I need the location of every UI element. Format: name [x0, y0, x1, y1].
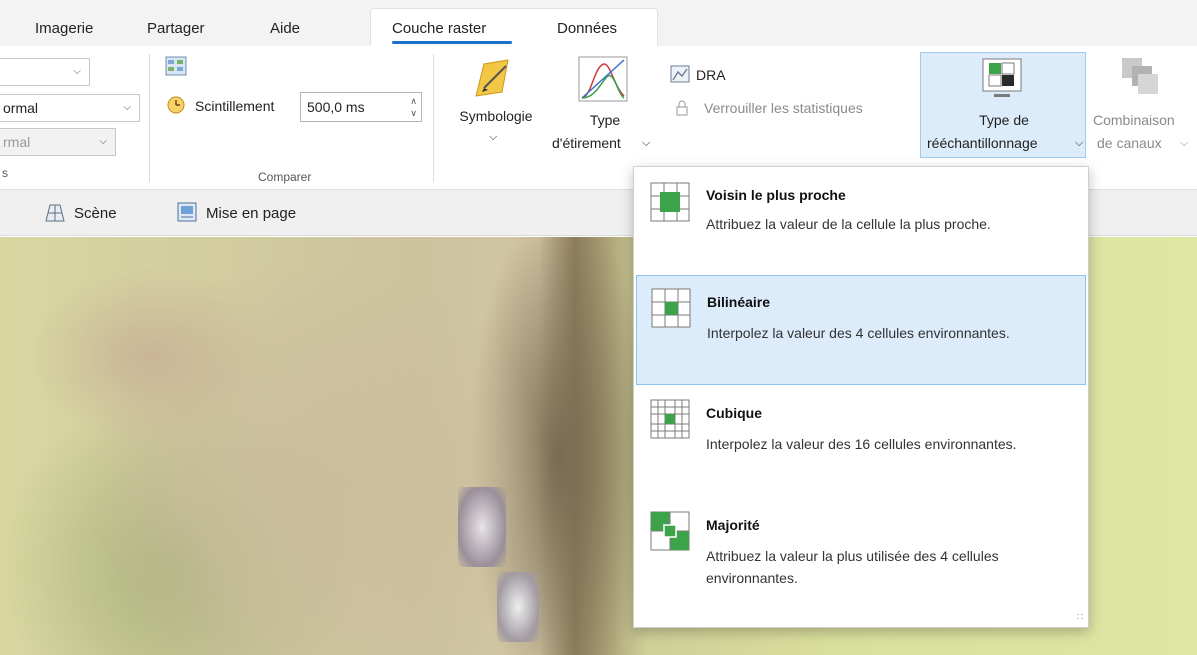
- menu-item-title: Voisin le plus proche: [706, 187, 846, 203]
- menu-item-title: Bilinéaire: [707, 294, 771, 310]
- chevron-down-icon: ⌵: [123, 102, 131, 113]
- band-combination-icon: [1122, 58, 1158, 94]
- resampling-type-line2: rééchantillonnage: [927, 135, 1038, 151]
- dra-label[interactable]: DRA: [696, 67, 726, 83]
- blend-mode-value-disabled: rmal: [3, 134, 31, 150]
- active-tab-indicator: [392, 41, 512, 44]
- menu-item-title: Cubique: [706, 405, 762, 421]
- bilinear-icon: [651, 288, 691, 328]
- menu-item-title: Majorité: [706, 517, 760, 533]
- chevron-down-icon: ⌵: [1180, 137, 1189, 149]
- blend-mode-value: ormal: [3, 100, 39, 116]
- lock-icon: [676, 100, 688, 116]
- resampling-type-menu: Voisin le plus proche Attribuez la valeu…: [633, 166, 1089, 628]
- chevron-down-icon: ⌵: [99, 136, 107, 147]
- layer-dropdown[interactable]: ⌵: [0, 58, 90, 86]
- flicker-rate-spinner[interactable]: 500,0 ms ∧ ∨: [300, 92, 422, 122]
- blend-mode-dropdown[interactable]: ormal ⌵: [0, 94, 140, 122]
- tab-imagerie[interactable]: Imagerie: [35, 20, 93, 37]
- resampling-type-line1: Type de: [979, 112, 1029, 128]
- blend-mode-dropdown-disabled: rmal ⌵: [0, 128, 116, 156]
- group-label-compare: Comparer: [258, 170, 312, 184]
- resampling-icon: [982, 58, 1022, 97]
- chevron-down-icon[interactable]: ⌵: [642, 137, 650, 150]
- dra-icon[interactable]: [670, 65, 690, 83]
- tab-aide[interactable]: Aide: [270, 20, 300, 37]
- menu-item-description: Interpolez la valeur des 16 cellules env…: [706, 436, 1017, 452]
- tab-couche-raster[interactable]: Couche raster: [392, 20, 486, 37]
- group-label-left: s: [2, 166, 8, 180]
- stretch-type-line2[interactable]: d'étirement: [552, 135, 621, 151]
- scene-icon: [45, 204, 65, 222]
- swipe-icon[interactable]: [165, 56, 187, 76]
- stretch-type-icon[interactable]: [578, 56, 628, 102]
- majority-icon: [650, 511, 690, 551]
- menu-item-description: Interpolez la valeur des 4 cellules envi…: [707, 325, 1010, 341]
- chevron-down-icon: ⌵: [73, 66, 81, 77]
- tab-partager[interactable]: Partager: [147, 20, 205, 37]
- nearest-neighbor-icon: [650, 182, 690, 222]
- layout-icon: [177, 202, 197, 222]
- flicker-label: Scintillement: [195, 98, 275, 114]
- symbology-button-label[interactable]: Symbologie: [451, 108, 541, 124]
- band-combination-line1: Combinaison: [1093, 112, 1175, 128]
- group-separator: [433, 54, 434, 182]
- chevron-down-icon[interactable]: ⌵: [489, 131, 497, 144]
- group-separator: [149, 54, 150, 182]
- menu-item-bilinear[interactable]: Bilinéaire Interpolez la valeur des 4 ce…: [636, 275, 1086, 385]
- stretch-type-line1[interactable]: Type: [565, 112, 645, 128]
- lock-statistics-label: Verrouiller les statistiques: [704, 100, 863, 116]
- chevron-down-icon: ⌵: [1075, 137, 1084, 149]
- menu-item-description: Attribuez la valeur la plus utilisée des…: [706, 548, 999, 586]
- menu-item-majority[interactable]: Majorité Attribuez la valeur la plus uti…: [636, 499, 1086, 609]
- flicker-rate-value: 500,0 ms: [307, 99, 365, 115]
- spinner-arrows-icon[interactable]: ∧ ∨: [410, 95, 417, 119]
- menu-item-cubic[interactable]: Cubique Interpolez la valeur des 16 cell…: [636, 387, 1086, 497]
- map-feature: [458, 487, 506, 567]
- flicker-icon: [167, 96, 185, 114]
- band-combination-line2: de canaux: [1097, 135, 1162, 151]
- tab-donnees[interactable]: Données: [557, 20, 617, 37]
- tab-layout[interactable]: Mise en page: [206, 205, 296, 222]
- resize-grip-icon[interactable]: ∷: [1077, 612, 1083, 623]
- menu-item-description: Attribuez la valeur de la cellule la plu…: [706, 216, 991, 232]
- tab-scene[interactable]: Scène: [74, 205, 117, 222]
- symbology-icon[interactable]: [470, 58, 512, 100]
- map-feature: [497, 572, 539, 642]
- menu-item-nearest-neighbor[interactable]: Voisin le plus proche Attribuez la valeu…: [636, 171, 1086, 275]
- ribbon-tab-bar: Imagerie Partager Aide Couche raster Don…: [0, 0, 1197, 46]
- cubic-icon: [650, 399, 690, 439]
